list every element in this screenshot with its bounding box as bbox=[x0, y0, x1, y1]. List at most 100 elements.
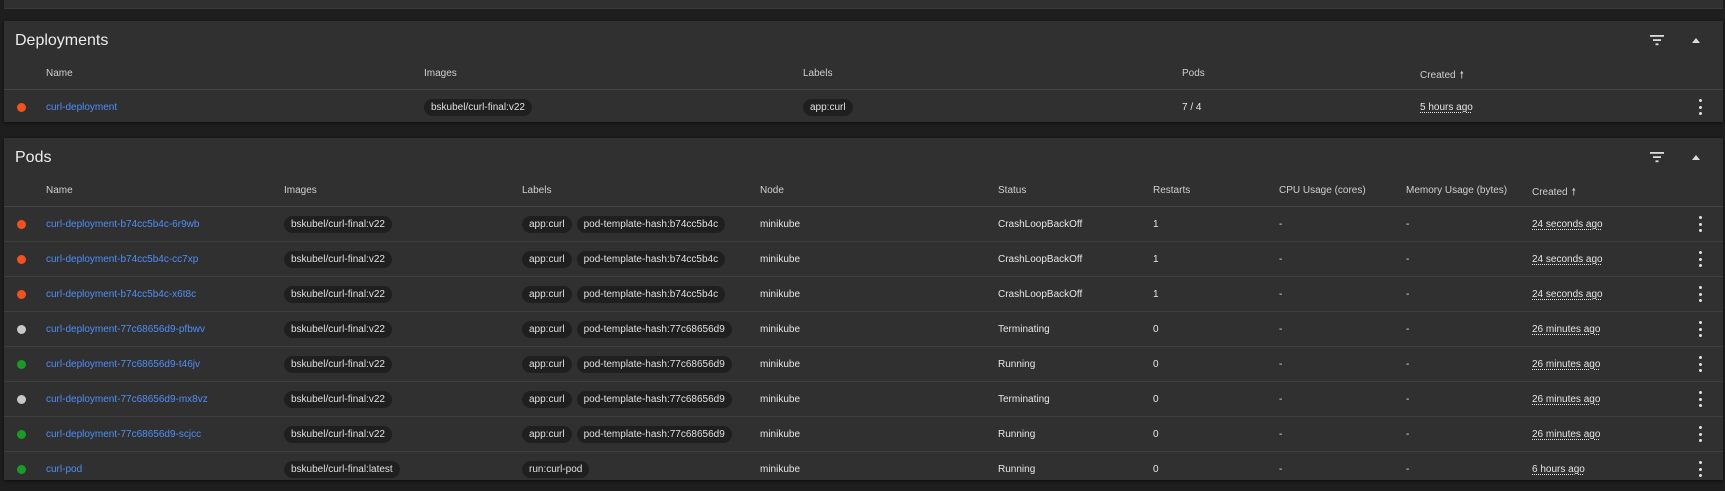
previous-card-edge bbox=[4, 0, 1723, 9]
more-vert-icon[interactable] bbox=[1697, 216, 1703, 232]
memory-usage-cell: - bbox=[1406, 288, 1410, 300]
col-images: Images bbox=[424, 68, 457, 79]
image-chip: bskubel/curl-final:v22 bbox=[424, 98, 532, 116]
col-created[interactable]: Created 🠕 bbox=[1532, 185, 1576, 202]
label-chip: pod-template-hash:77c68656d9 bbox=[576, 425, 732, 443]
created-cell: 24 seconds ago bbox=[1532, 242, 1603, 276]
labels-cell: app:curl pod-template-hash:77c68656d9 bbox=[522, 347, 737, 381]
status-dot-icon bbox=[17, 465, 26, 474]
more-vert-icon[interactable] bbox=[1697, 356, 1703, 372]
col-created-label: Created bbox=[1532, 187, 1568, 198]
node-cell: minikube bbox=[760, 323, 801, 335]
status-dot-icon bbox=[17, 325, 26, 334]
label-chip: app:curl bbox=[522, 285, 572, 303]
filter-list-icon[interactable] bbox=[1646, 29, 1668, 51]
pod-name-link[interactable]: curl-deployment-77c68656d9-t46jv bbox=[46, 347, 200, 381]
images-cell: bskubel/curl-final:v22 bbox=[284, 347, 397, 381]
pod-name-link[interactable]: curl-deployment-77c68656d9-pfbwv bbox=[46, 312, 205, 346]
chevron-up-icon[interactable] bbox=[1685, 29, 1707, 51]
col-images: Images bbox=[284, 185, 317, 196]
deployments-table-body: curl-deployment bskubel/curl-final:v22 app… bbox=[4, 90, 1723, 124]
label-chip: app:curl bbox=[522, 390, 572, 408]
label-chip: pod-template-hash:b74cc5b4c bbox=[576, 250, 726, 268]
labels-cell: app:curl pod-template-hash:b74cc5b4c bbox=[522, 207, 730, 241]
status-cell: Terminating bbox=[998, 323, 1050, 335]
more-vert-icon[interactable] bbox=[1697, 461, 1703, 477]
table-row: curl-deployment-b74cc5b4c-6r9wb bskubel/c… bbox=[4, 207, 1723, 242]
col-name[interactable]: Name bbox=[46, 68, 73, 79]
col-status[interactable]: Status bbox=[998, 185, 1026, 196]
restarts-cell: 0 bbox=[1153, 463, 1159, 475]
image-chip: bskubel/curl-final:v22 bbox=[284, 285, 392, 303]
node-cell: minikube bbox=[760, 393, 801, 405]
restarts-cell: 1 bbox=[1153, 218, 1159, 230]
status-cell: CrashLoopBackOff bbox=[998, 288, 1083, 300]
label-chip: app:curl bbox=[522, 250, 572, 268]
restarts-cell: 0 bbox=[1153, 393, 1159, 405]
restarts-cell: 0 bbox=[1153, 358, 1159, 370]
images-cell: bskubel/curl-final:v22 bbox=[284, 277, 397, 311]
images-cell: bskubel/curl-final:latest bbox=[284, 452, 405, 486]
labels-cell: app:curl bbox=[803, 90, 858, 124]
image-chip: bskubel/curl-final:latest bbox=[284, 460, 400, 478]
labels-cell: run:curl-pod bbox=[522, 452, 594, 486]
pod-name-link[interactable]: curl-deployment-b74cc5b4c-6r9wb bbox=[46, 207, 199, 241]
deployment-name-link[interactable]: curl-deployment bbox=[46, 90, 117, 124]
col-labels: Labels bbox=[803, 68, 833, 79]
image-chip: bskubel/curl-final:v22 bbox=[284, 320, 392, 338]
created-age: 6 hours ago bbox=[1532, 463, 1585, 475]
created-cell: 26 minutes ago bbox=[1532, 382, 1600, 416]
deployments-title: Deployments bbox=[15, 32, 109, 49]
memory-usage-cell: - bbox=[1406, 358, 1410, 370]
created-age: 24 seconds ago bbox=[1532, 288, 1603, 300]
cpu-usage-cell: - bbox=[1279, 253, 1283, 265]
images-cell: bskubel/curl-final:v22 bbox=[284, 207, 397, 241]
pods-count: 7 / 4 bbox=[1182, 101, 1202, 113]
pod-name-link[interactable]: curl-pod bbox=[46, 452, 82, 486]
created-cell: 26 minutes ago bbox=[1532, 417, 1600, 451]
col-created[interactable]: Created 🠕 bbox=[1420, 68, 1464, 85]
pod-name-link[interactable]: curl-deployment-b74cc5b4c-x6t8c bbox=[46, 277, 196, 311]
labels-cell: app:curl pod-template-hash:b74cc5b4c bbox=[522, 242, 730, 276]
col-name[interactable]: Name bbox=[46, 185, 73, 196]
table-row: curl-deployment-b74cc5b4c-cc7xp bskubel/c… bbox=[4, 242, 1723, 277]
cpu-usage-cell: - bbox=[1279, 393, 1283, 405]
table-row: curl-pod bskubel/curl-final:latest run:cur… bbox=[4, 452, 1723, 486]
status-cell: CrashLoopBackOff bbox=[998, 253, 1083, 265]
pod-name-link[interactable]: curl-deployment-b74cc5b4c-cc7xp bbox=[46, 242, 198, 276]
status-dot-icon bbox=[17, 290, 26, 299]
memory-usage-cell: - bbox=[1406, 253, 1410, 265]
image-chip: bskubel/curl-final:v22 bbox=[284, 425, 392, 443]
col-labels: Labels bbox=[522, 185, 552, 196]
pod-name-link[interactable]: curl-deployment-77c68656d9-mx8vz bbox=[46, 382, 208, 416]
label-chip: pod-template-hash:b74cc5b4c bbox=[576, 215, 726, 233]
cpu-usage-cell: - bbox=[1279, 358, 1283, 370]
label-chip: app:curl bbox=[522, 215, 572, 233]
status-dot-icon bbox=[17, 360, 26, 369]
more-vert-icon[interactable] bbox=[1697, 321, 1703, 337]
label-chip: pod-template-hash:b74cc5b4c bbox=[576, 285, 726, 303]
col-created-label: Created bbox=[1420, 70, 1456, 81]
chevron-up-icon[interactable] bbox=[1685, 146, 1707, 168]
table-row: curl-deployment-77c68656d9-pfbwv bskubel/… bbox=[4, 312, 1723, 347]
created-cell: 26 minutes ago bbox=[1532, 347, 1600, 381]
more-vert-icon[interactable] bbox=[1697, 391, 1703, 407]
label-chip: run:curl-pod bbox=[522, 460, 590, 478]
filter-list-icon[interactable] bbox=[1646, 146, 1668, 168]
more-vert-icon[interactable] bbox=[1697, 99, 1703, 115]
col-restarts[interactable]: Restarts bbox=[1153, 185, 1190, 196]
created-cell: 24 seconds ago bbox=[1532, 277, 1603, 311]
status-dot-icon bbox=[17, 430, 26, 439]
created-age: 26 minutes ago bbox=[1532, 428, 1601, 440]
table-row: curl-deployment bskubel/curl-final:v22 app… bbox=[4, 90, 1723, 124]
created-cell: 6 hours ago bbox=[1532, 452, 1585, 486]
more-vert-icon[interactable] bbox=[1697, 251, 1703, 267]
col-node[interactable]: Node bbox=[760, 185, 784, 196]
more-vert-icon[interactable] bbox=[1697, 286, 1703, 302]
more-vert-icon[interactable] bbox=[1697, 426, 1703, 442]
memory-usage-cell: - bbox=[1406, 463, 1410, 475]
memory-usage-cell: - bbox=[1406, 218, 1410, 230]
memory-usage-cell: - bbox=[1406, 393, 1410, 405]
pod-name-link[interactable]: curl-deployment-77c68656d9-scjcc bbox=[46, 417, 201, 451]
created-age: 24 seconds ago bbox=[1532, 218, 1603, 230]
